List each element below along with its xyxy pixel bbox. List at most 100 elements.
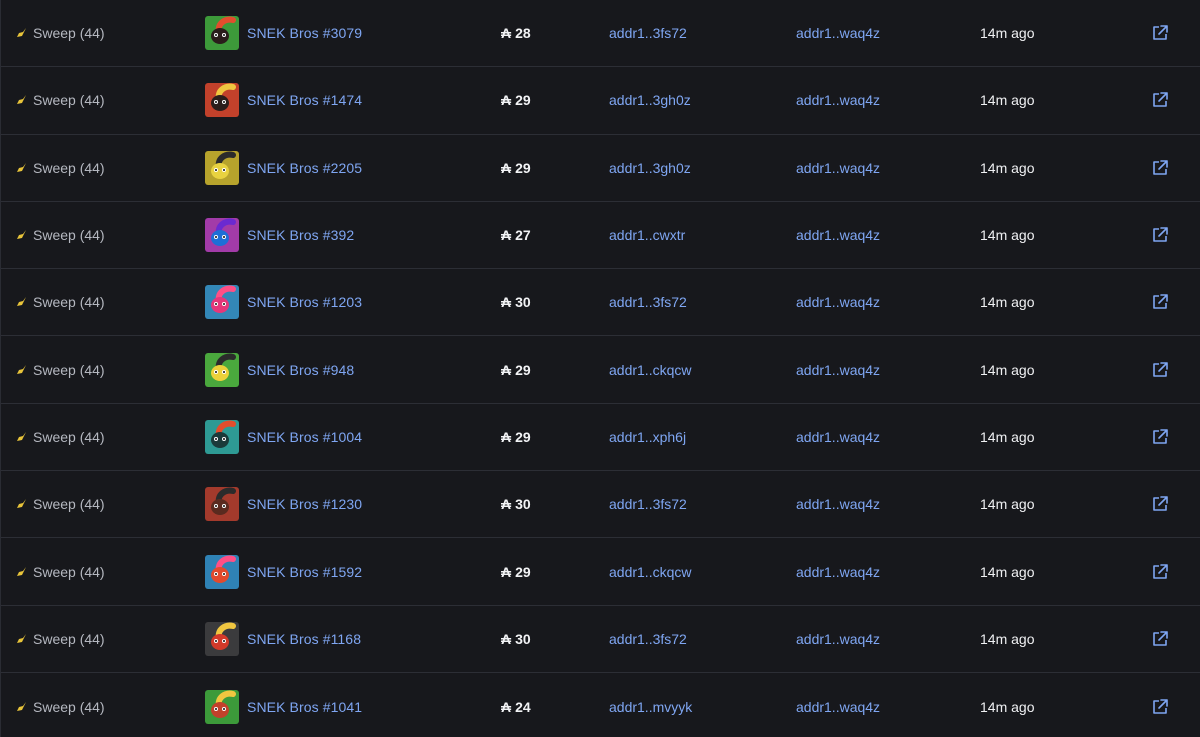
asset-cell[interactable]: SNEK Bros #1168	[205, 621, 361, 656]
price-cell: ₳ 29	[501, 160, 531, 176]
nft-name-link[interactable]: SNEK Bros #1474	[247, 92, 362, 108]
from-address-link[interactable]: addr1..ckqcw	[609, 564, 691, 580]
asset-cell[interactable]: SNEK Bros #1592	[205, 554, 362, 589]
event-cell: Sweep (44)	[17, 699, 105, 715]
external-link-icon[interactable]	[1151, 563, 1169, 581]
price-cell: ₳ 27	[501, 227, 531, 243]
to-address-link[interactable]: addr1..waq4z	[796, 160, 880, 176]
from-address-link[interactable]: addr1..3fs72	[609, 294, 687, 310]
nft-name-link[interactable]: SNEK Bros #1592	[247, 564, 362, 580]
price-cell: ₳ 28	[501, 25, 531, 41]
nft-name-link[interactable]: SNEK Bros #948	[247, 362, 354, 378]
to-address-link[interactable]: addr1..waq4z	[796, 227, 880, 243]
asset-cell[interactable]: SNEK Bros #948	[205, 352, 354, 387]
table-row[interactable]: Sweep (44) SNEK Bros #1004 ₳ 29 addr1..xph6j…	[1, 404, 1200, 472]
asset-cell[interactable]: SNEK Bros #1474	[205, 83, 362, 118]
event-cell: Sweep (44)	[17, 92, 105, 108]
broom-icon	[17, 162, 26, 172]
external-link-icon[interactable]	[1151, 630, 1169, 648]
event-label: Sweep (44)	[33, 361, 105, 378]
from-address-link[interactable]: addr1..cwxtr	[609, 227, 685, 243]
nft-thumbnail[interactable]	[205, 218, 239, 253]
asset-cell[interactable]: SNEK Bros #3079	[205, 16, 362, 51]
nft-thumbnail[interactable]	[205, 621, 239, 656]
asset-cell[interactable]: SNEK Bros #1230	[205, 487, 362, 522]
external-link-icon[interactable]	[1151, 361, 1169, 379]
table-row[interactable]: Sweep (44) SNEK Bros #3079 ₳ 28 addr1..3fs72…	[1, 0, 1200, 68]
table-row[interactable]: Sweep (44) SNEK Bros #948 ₳ 29 addr1..ckqcw a…	[1, 336, 1200, 404]
to-address-link[interactable]: addr1..waq4z	[796, 631, 880, 647]
external-link-icon[interactable]	[1151, 24, 1169, 42]
broom-icon	[17, 364, 26, 374]
snek-avatar-icon	[211, 84, 236, 112]
price-cell: ₳ 29	[501, 429, 531, 445]
external-link-icon[interactable]	[1151, 495, 1169, 513]
table-row[interactable]: Sweep (44) SNEK Bros #2205 ₳ 29 addr1..3gh0z…	[1, 135, 1200, 202]
to-address-link[interactable]: addr1..waq4z	[796, 294, 880, 310]
to-address-link[interactable]: addr1..waq4z	[796, 362, 880, 378]
nft-name-link[interactable]: SNEK Bros #1041	[247, 699, 362, 715]
external-link-icon[interactable]	[1151, 226, 1169, 244]
nft-name-link[interactable]: SNEK Bros #1168	[247, 631, 361, 647]
event-cell: Sweep (44)	[17, 429, 105, 445]
from-address-link[interactable]: addr1..3gh0z	[609, 160, 691, 176]
nft-name-link[interactable]: SNEK Bros #1203	[247, 294, 362, 310]
from-address-link[interactable]: addr1..ckqcw	[609, 362, 691, 378]
snek-avatar-icon	[211, 487, 236, 516]
asset-cell[interactable]: SNEK Bros #392	[205, 218, 354, 253]
to-address-link[interactable]: addr1..waq4z	[796, 25, 880, 41]
from-address-link[interactable]: addr1..mvyyk	[609, 699, 692, 715]
from-address-link[interactable]: addr1..3fs72	[609, 25, 687, 41]
external-link-icon[interactable]	[1151, 698, 1169, 716]
nft-name-link[interactable]: SNEK Bros #3079	[247, 25, 362, 41]
broom-icon	[17, 701, 26, 711]
nft-thumbnail[interactable]	[205, 285, 239, 320]
from-address-link[interactable]: addr1..3fs72	[609, 631, 687, 647]
nft-thumbnail[interactable]	[205, 554, 239, 589]
nft-name-link[interactable]: SNEK Bros #392	[247, 227, 354, 243]
nft-thumbnail[interactable]	[205, 150, 239, 185]
to-address-link[interactable]: addr1..waq4z	[796, 429, 880, 445]
broom-icon	[17, 230, 26, 240]
ada-icon: ₳	[501, 698, 512, 715]
asset-cell[interactable]: SNEK Bros #1041	[205, 689, 362, 724]
to-address-link[interactable]: addr1..waq4z	[796, 699, 880, 715]
price-cell: ₳ 30	[501, 631, 531, 647]
to-address-link[interactable]: addr1..waq4z	[796, 564, 880, 580]
asset-cell[interactable]: SNEK Bros #1004	[205, 419, 362, 454]
asset-cell[interactable]: SNEK Bros #2205	[205, 150, 362, 185]
from-address-link[interactable]: addr1..3gh0z	[609, 92, 691, 108]
external-link-icon[interactable]	[1151, 159, 1169, 177]
event-cell: Sweep (44)	[17, 362, 105, 378]
nft-name-link[interactable]: SNEK Bros #1004	[247, 429, 362, 445]
table-row[interactable]: Sweep (44) SNEK Bros #1592 ₳ 29 addr1..ckqcw…	[1, 538, 1200, 606]
to-address-link[interactable]: addr1..waq4z	[796, 496, 880, 512]
from-address-link[interactable]: addr1..xph6j	[609, 429, 686, 445]
price-value: 29	[515, 563, 531, 580]
nft-thumbnail[interactable]	[205, 352, 239, 387]
broom-icon	[17, 95, 26, 105]
asset-cell[interactable]: SNEK Bros #1203	[205, 285, 362, 320]
snek-avatar-icon	[211, 690, 236, 718]
ada-icon: ₳	[501, 92, 512, 109]
nft-thumbnail[interactable]	[205, 689, 239, 724]
event-cell: Sweep (44)	[17, 294, 105, 310]
external-link-icon[interactable]	[1151, 428, 1169, 446]
external-link-icon[interactable]	[1151, 91, 1169, 109]
table-row[interactable]: Sweep (44) SNEK Bros #1230 ₳ 30 addr1..3fs72…	[1, 471, 1200, 539]
table-row[interactable]: Sweep (44) SNEK Bros #1041 ₳ 24 addr1..mvyyk…	[1, 673, 1200, 737]
table-row[interactable]: Sweep (44) SNEK Bros #1168 ₳ 30 addr1..3fs72…	[1, 606, 1200, 673]
nft-thumbnail[interactable]	[205, 419, 239, 454]
nft-thumbnail[interactable]	[205, 16, 239, 51]
table-row[interactable]: Sweep (44) SNEK Bros #1474 ₳ 29 addr1..3gh0z…	[1, 67, 1200, 135]
from-address-link[interactable]: addr1..3fs72	[609, 496, 687, 512]
to-address-link[interactable]: addr1..waq4z	[796, 92, 880, 108]
nft-name-link[interactable]: SNEK Bros #2205	[247, 160, 362, 176]
table-row[interactable]: Sweep (44) SNEK Bros #1203 ₳ 30 addr1..3fs72…	[1, 269, 1200, 337]
nft-thumbnail[interactable]	[205, 487, 239, 522]
external-link-icon[interactable]	[1151, 293, 1169, 311]
nft-name-link[interactable]: SNEK Bros #1230	[247, 496, 362, 512]
table-row[interactable]: Sweep (44) SNEK Bros #392 ₳ 27 addr1..cwxtr a…	[1, 202, 1200, 270]
snek-avatar-icon	[211, 151, 236, 179]
nft-thumbnail[interactable]	[205, 83, 239, 118]
